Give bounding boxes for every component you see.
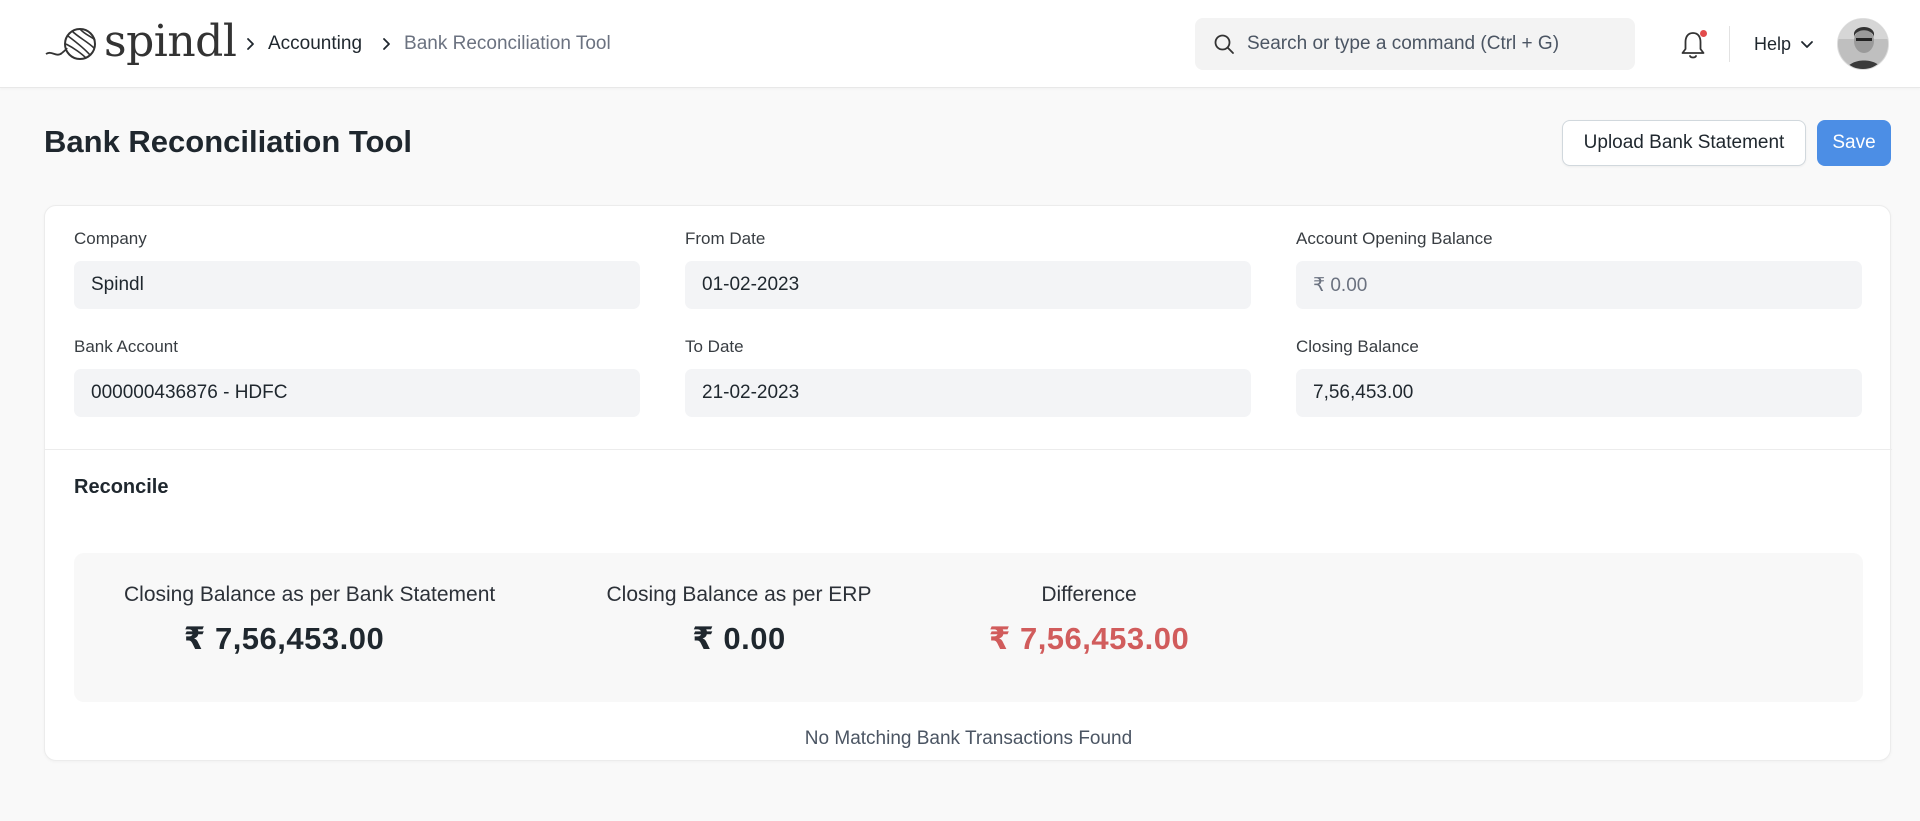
bank-statement-balance-value: ₹ 7,56,453.00 (183, 621, 385, 656)
upload-bank-statement-button[interactable]: Upload Bank Statement (1562, 120, 1806, 166)
yarn-ball-icon (45, 28, 96, 60)
erp-balance-value: ₹ 0.00 (692, 621, 786, 656)
section-divider (45, 449, 1892, 450)
to-date-field[interactable]: 21-02-2023 (685, 369, 1251, 417)
brand-name: spindl (104, 16, 237, 67)
avatar[interactable] (1837, 18, 1889, 70)
bank-account-label: Bank Account (74, 337, 178, 356)
page-title: Bank Reconciliation Tool (44, 124, 413, 159)
notifications-button[interactable] (1680, 30, 1708, 60)
opening-balance-label: Account Opening Balance (1296, 229, 1493, 248)
difference: Difference ₹ 7,56,453.00 (964, 583, 1214, 657)
from-date-field[interactable]: 01-02-2023 (685, 261, 1251, 309)
company-label: Company (74, 229, 147, 248)
bank-account-field[interactable]: 000000436876 - HDFC (74, 369, 640, 417)
chevron-down-icon (1801, 41, 1813, 48)
reconcile-summary: Closing Balance as per Bank Statement ₹ … (74, 553, 1863, 702)
save-button[interactable]: Save (1817, 120, 1891, 166)
bank-statement-balance-label: Closing Balance as per Bank Statement (124, 583, 496, 606)
reconcile-section-title: Reconcile (74, 476, 169, 498)
from-date-label: From Date (685, 229, 766, 248)
nav-divider (1729, 26, 1730, 62)
search-input[interactable] (1247, 33, 1627, 55)
help-menu[interactable]: Help (1754, 30, 1815, 58)
navbar: spindl Accounting Bank Reconciliation To… (0, 0, 1920, 88)
breadcrumb: Accounting Bank Reconciliation Tool (236, 30, 611, 58)
to-date-label: To Date (685, 337, 744, 356)
breadcrumb-current[interactable]: Bank Reconciliation Tool (404, 33, 611, 55)
difference-label: Difference (1041, 583, 1137, 606)
closing-balance-label: Closing Balance (1296, 337, 1419, 356)
bank-statement-balance: Closing Balance as per Bank Statement ₹ … (124, 583, 496, 657)
notification-dot (1700, 30, 1707, 37)
opening-balance-field[interactable]: ₹ 0.00 (1296, 261, 1862, 309)
closing-balance-field[interactable]: 7,56,453.00 (1296, 369, 1862, 417)
user-photo (1838, 19, 1888, 69)
app-logo[interactable]: spindl (44, 16, 237, 67)
reconciliation-form-card: Company Spindl From Date 01-02-2023 Acco… (44, 205, 1892, 761)
no-transactions-message: No Matching Bank Transactions Found (804, 728, 1133, 749)
chevron-right-icon (240, 34, 260, 54)
company-field[interactable]: Spindl (74, 261, 640, 309)
chevron-right-icon (376, 34, 396, 54)
search-icon (1214, 34, 1234, 54)
erp-balance: Closing Balance as per ERP ₹ 0.00 (599, 583, 879, 657)
search-bar[interactable] (1195, 18, 1635, 70)
difference-value: ₹ 7,56,453.00 (988, 621, 1190, 656)
help-label: Help (1754, 33, 1792, 54)
erp-balance-label: Closing Balance as per ERP (606, 583, 872, 606)
breadcrumb-accounting[interactable]: Accounting (268, 33, 362, 55)
